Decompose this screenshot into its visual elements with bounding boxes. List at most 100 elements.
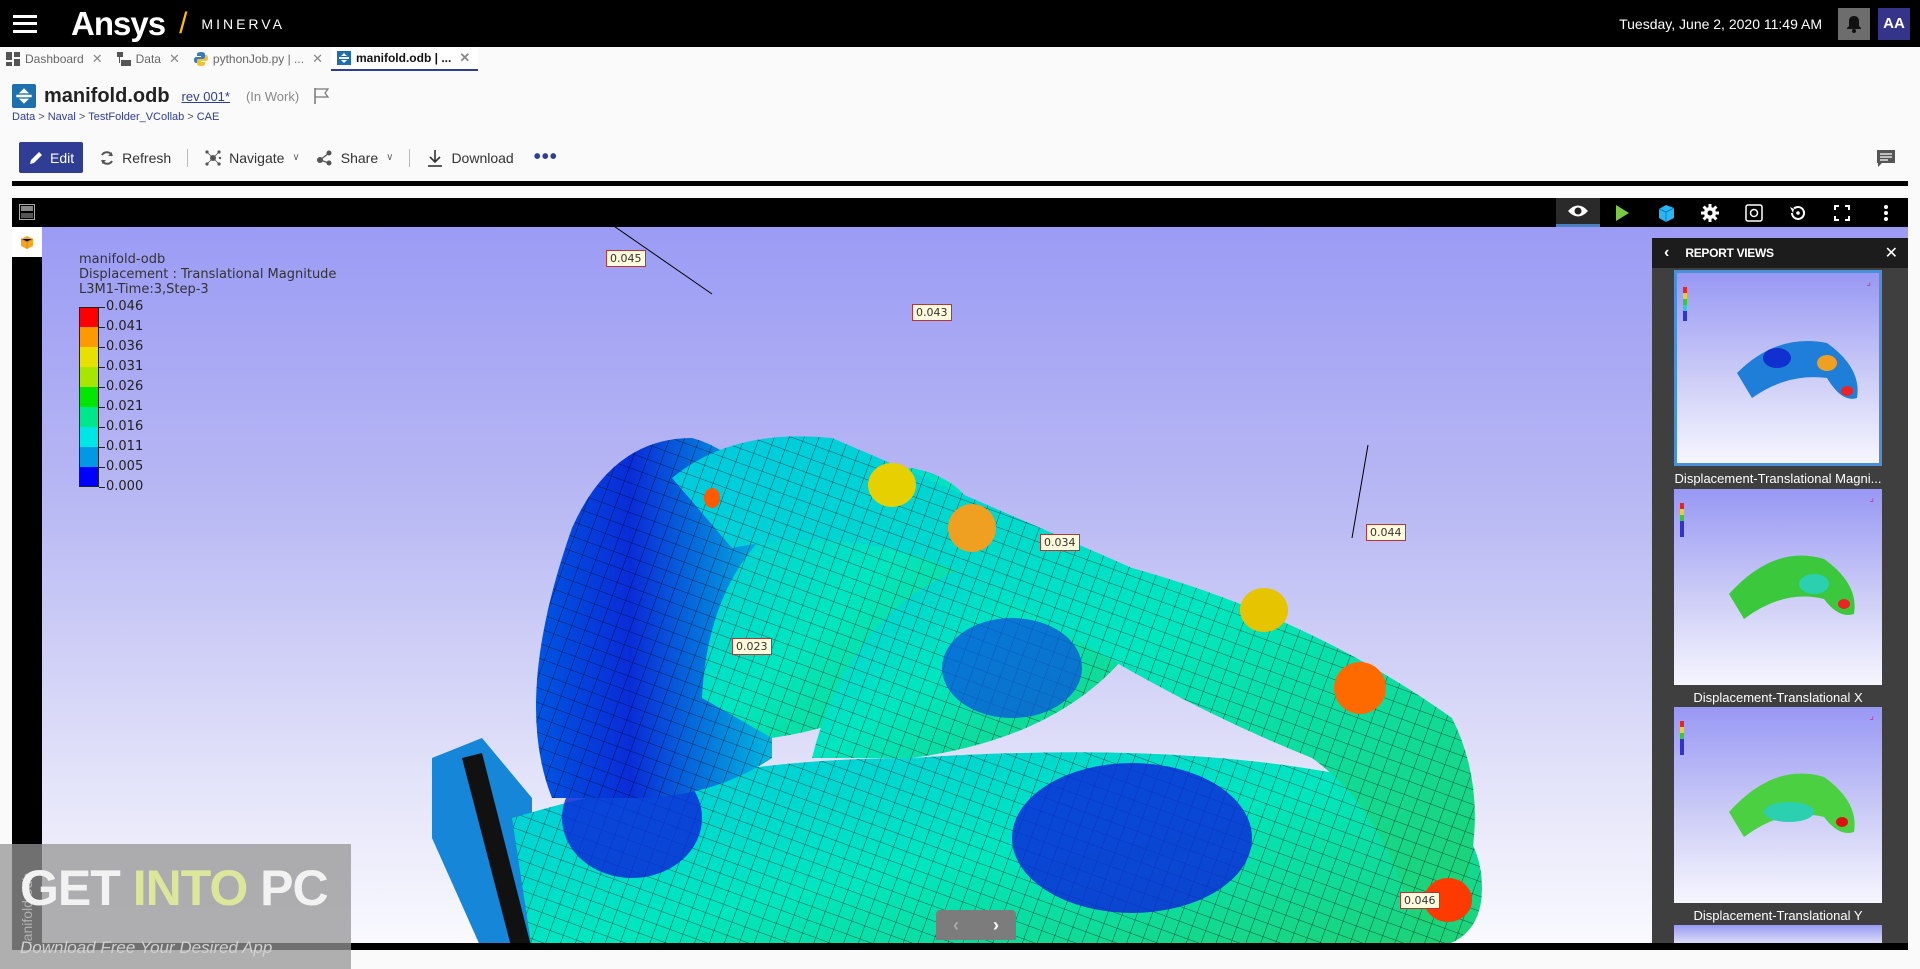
reset-rotate-icon — [1790, 205, 1805, 220]
close-icon[interactable]: ✕ — [92, 51, 103, 67]
breadcrumb-cae[interactable]: CAE — [197, 111, 220, 123]
probe-label[interactable]: 0.046 — [1400, 892, 1440, 909]
legend-tick — [99, 367, 105, 368]
more-options-button[interactable]: ••• — [534, 146, 558, 169]
notifications-button[interactable] — [1838, 7, 1870, 40]
next-view-button[interactable]: › — [993, 915, 999, 936]
manifold-model[interactable] — [12, 198, 1908, 950]
document-header: manifold.odb rev 001* (In Work) — [12, 84, 331, 108]
product-name: MINERVA — [201, 15, 285, 32]
report-view-caption: Displacement-Translational X — [1693, 690, 1863, 705]
probe-label[interactable]: 0.044 — [1366, 524, 1406, 541]
fit-view-tool[interactable] — [1732, 198, 1776, 227]
fit-view-icon — [1745, 203, 1763, 222]
prev-view-button[interactable]: ‹ — [953, 915, 959, 936]
report-views-panel: ‹ REPORT VIEWS ✕ ⌟ Displacement-Translat… — [1652, 238, 1908, 950]
close-icon[interactable]: ✕ — [1885, 243, 1898, 263]
legend-tick — [99, 387, 105, 388]
back-icon[interactable]: ‹ — [1664, 244, 1669, 262]
animation-tool[interactable] — [1600, 198, 1644, 227]
thumbnail-render — [1680, 503, 1855, 619]
report-view-item[interactable]: ⌟ Displacement-Translational X — [1674, 489, 1882, 705]
refresh-icon — [101, 150, 114, 165]
bell-icon — [1847, 15, 1861, 33]
tab-dashboard[interactable]: Dashboard ✕ — [0, 47, 111, 71]
settings-tool[interactable] — [1688, 198, 1732, 227]
cae-file-icon — [336, 51, 351, 65]
logo-divider: / — [179, 6, 188, 40]
python-icon — [193, 52, 208, 66]
breadcrumb: Data > Naval > TestFolder_VCollab > CAE — [12, 111, 220, 123]
folder-tree-icon — [116, 52, 131, 66]
panel-toggle-icon[interactable] — [19, 204, 35, 220]
more-tool[interactable] — [1864, 198, 1908, 227]
breadcrumb-data[interactable]: Data — [12, 111, 35, 123]
viewer-toolbar — [12, 198, 1908, 227]
gear-icon — [1701, 203, 1719, 222]
bolt-boss — [1240, 588, 1288, 632]
download-icon — [428, 149, 443, 167]
model-tree-toggle[interactable] — [12, 227, 42, 257]
legend-tick — [99, 467, 105, 468]
chevron-down-icon: ∨ — [292, 152, 300, 163]
visibility-tool[interactable] — [1556, 198, 1600, 227]
report-view-item[interactable]: ⌟ Displacement-Translational Y — [1674, 707, 1882, 923]
tab-data[interactable]: Data ✕ — [111, 47, 188, 71]
tab-label: manifold.odb | ... — [355, 51, 452, 65]
refresh-label: Refresh — [122, 149, 172, 166]
probe-label[interactable]: 0.023 — [732, 638, 772, 655]
report-view-item[interactable]: ⌟ Displacement-Translational Magni... — [1674, 270, 1882, 486]
user-avatar[interactable]: AA — [1878, 7, 1910, 40]
share-button[interactable]: Share ∨ — [316, 149, 393, 167]
share-label: Share — [340, 149, 379, 166]
legend-tick — [99, 447, 105, 448]
legend-title: manifold-odb Displacement : Translationa… — [79, 252, 336, 297]
close-icon[interactable]: ✕ — [312, 51, 323, 67]
refresh-button[interactable]: Refresh — [99, 150, 171, 166]
cube-icon — [1658, 204, 1675, 222]
tab-label: Data — [135, 52, 161, 66]
model-tool[interactable] — [1644, 198, 1688, 227]
edit-button[interactable]: Edit — [19, 142, 84, 173]
watermark-title: GET INTO PC — [20, 860, 329, 916]
reset-view-tool[interactable] — [1776, 198, 1820, 227]
report-view-thumbnail: ⌟ — [1674, 707, 1882, 903]
bolt-boss — [948, 504, 996, 552]
tab-manifold-odb[interactable]: manifold.odb | ... ✕ — [330, 47, 479, 71]
fullscreen-tool[interactable] — [1820, 198, 1864, 227]
legend-tick-label: 0.011 — [106, 439, 144, 454]
legend-tick-label: 0.026 — [106, 379, 144, 394]
3d-viewer[interactable]: manifold.odb manifold-odb Displacement :… — [12, 198, 1908, 950]
probe-label[interactable]: 0.045 — [606, 250, 646, 267]
thumbnail-render — [1683, 287, 1858, 399]
legend-result: Displacement : Translational Magnitude — [79, 267, 337, 282]
report-view-caption: Displacement-Translational Magni... — [1674, 471, 1882, 486]
close-icon[interactable]: ✕ — [459, 50, 470, 66]
comments-button[interactable] — [1876, 149, 1896, 174]
download-button[interactable]: Download — [426, 149, 514, 167]
box-icon — [20, 236, 34, 249]
viewer-tools — [1556, 198, 1908, 227]
probe-label[interactable]: 0.043 — [912, 304, 952, 321]
legend-tick — [99, 327, 105, 328]
flag-icon[interactable] — [313, 87, 331, 105]
edit-label: Edit — [50, 149, 75, 166]
menu-icon[interactable] — [13, 14, 37, 33]
more-vertical-icon — [1884, 204, 1888, 221]
breadcrumb-testfolder[interactable]: TestFolder_VCollab — [88, 111, 184, 123]
watermark-overlay: GET INTO PC Download Free Your Desired A… — [0, 844, 351, 969]
breadcrumb-naval[interactable]: Naval — [48, 111, 76, 123]
legend-model: manifold-odb — [79, 252, 166, 267]
cae-file-icon — [12, 84, 36, 108]
view-pager: ‹ › — [936, 910, 1016, 940]
tab-label: pythonJob.py | ... — [212, 52, 305, 66]
probe-label[interactable]: 0.034 — [1040, 534, 1080, 551]
report-view-thumbnail: ⌟ — [1674, 489, 1882, 685]
legend-tick-label: 0.031 — [106, 359, 144, 374]
navigate-button[interactable]: Navigate ∨ — [204, 149, 300, 167]
revision-link[interactable]: rev 001* — [182, 89, 230, 104]
legend-tick — [99, 487, 105, 488]
tab-python-job[interactable]: pythonJob.py | ... ✕ — [188, 47, 331, 71]
close-icon[interactable]: ✕ — [169, 51, 180, 67]
page-title: manifold.odb — [44, 84, 170, 107]
